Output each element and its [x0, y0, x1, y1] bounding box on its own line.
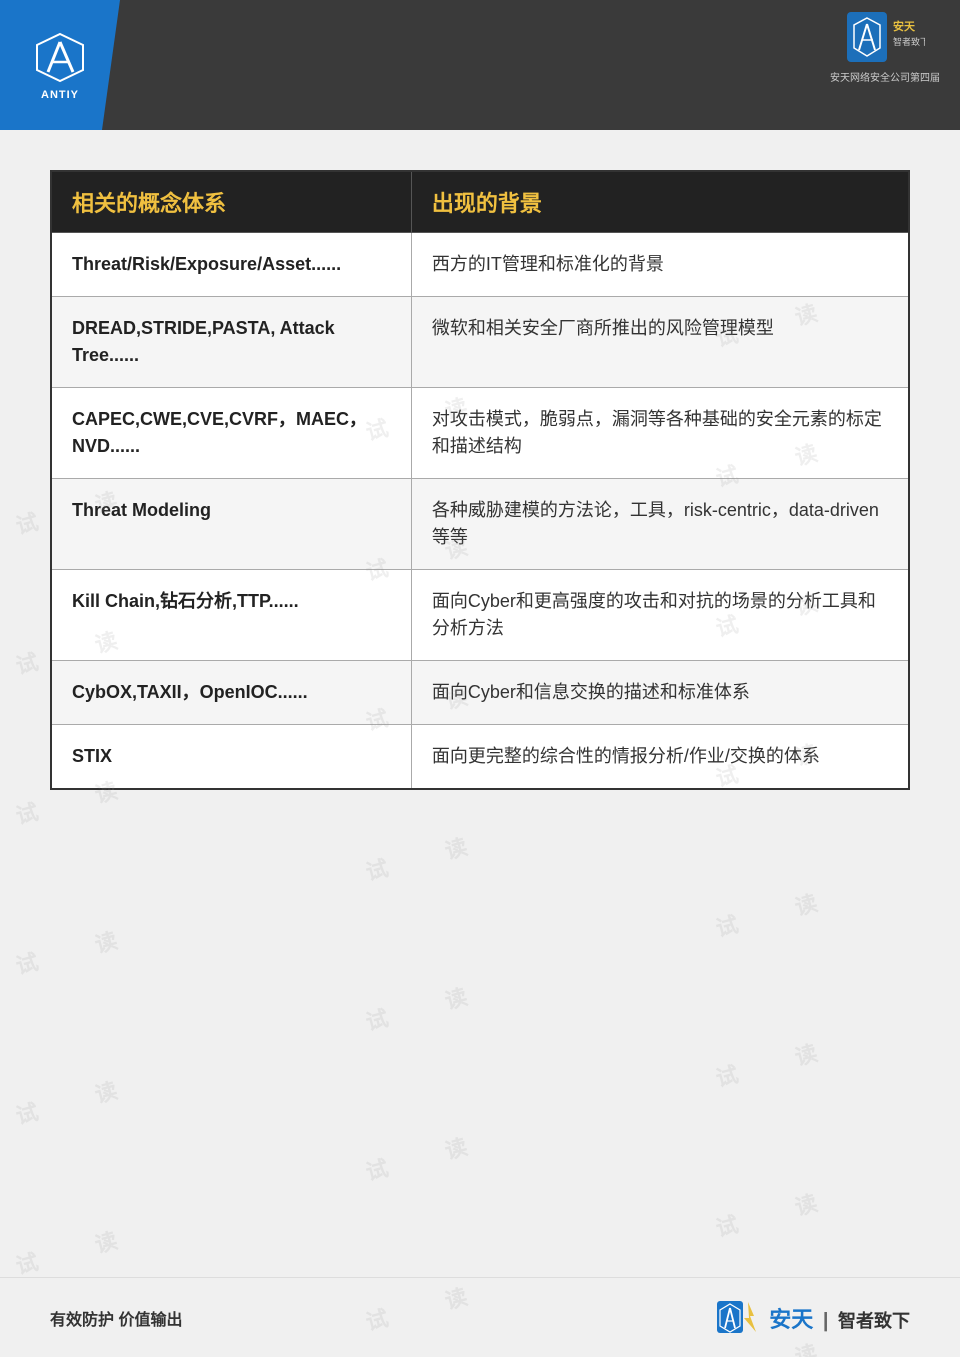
table-cell-col1: CAPEC,CWE,CVE,CVRF，MAEC，NVD......: [51, 388, 411, 479]
table-row: STIX面向更完整的综合性的情报分析/作业/交换的体系: [51, 725, 909, 790]
table-row: CAPEC,CWE,CVE,CVRF，MAEC，NVD......对攻击模式，脆…: [51, 388, 909, 479]
table-row: Threat/Risk/Exposure/Asset......西方的IT管理和…: [51, 233, 909, 297]
col2-header: 出现的背景: [411, 171, 909, 233]
footer-right: 安天 | 智者致下: [716, 1300, 910, 1335]
table-cell-col2: 各种威胁建模的方法论，工具，risk-centric，data-driven等等: [411, 479, 909, 570]
header: ANTIY 试读 试读 试读 试读 试读 试读 试读 安天 智者致下 安天网络安…: [0, 0, 960, 130]
footer-logo-main: 安天 | 智者致下: [769, 1302, 910, 1334]
table-cell-col1: DREAD,STRIDE,PASTA, Attack Tree......: [51, 297, 411, 388]
table-cell-col2: 面向更完整的综合性的情报分析/作业/交换的体系: [411, 725, 909, 790]
table-row: DREAD,STRIDE,PASTA, Attack Tree......微软和…: [51, 297, 909, 388]
table-cell-col2: 面向Cyber和更高强度的攻击和对抗的场景的分析工具和分析方法: [411, 570, 909, 661]
table-cell-col1: Threat Modeling: [51, 479, 411, 570]
svg-text:安天: 安天: [893, 19, 916, 33]
footer-logo: 安天 | 智者致下: [716, 1300, 910, 1335]
footer: 有效防护 价值输出 安天 | 智者致下: [0, 1277, 960, 1357]
table-body: Threat/Risk/Exposure/Asset......西方的IT管理和…: [51, 233, 909, 790]
table-row: Kill Chain,钻石分析,TTP......面向Cyber和更高强度的攻击…: [51, 570, 909, 661]
footer-logo-icon: [716, 1300, 761, 1335]
concept-table: 相关的概念体系 出现的背景 Threat/Risk/Exposure/Asset…: [50, 170, 910, 790]
table-cell-col1: Threat/Risk/Exposure/Asset......: [51, 233, 411, 297]
footer-sub-text: 智者致下: [838, 1311, 910, 1331]
logo-area: ANTIY: [0, 0, 120, 130]
svg-text:智者致下: 智者致下: [893, 36, 925, 47]
footer-pipe: |: [823, 1310, 829, 1332]
table-cell-col2: 面向Cyber和信息交换的描述和标准体系: [411, 661, 909, 725]
table-cell-col2: 对攻击模式，脆弱点，漏洞等各种基础的安全元素的标定和描述结构: [411, 388, 909, 479]
header-brand-subtitle: 安天网络安全公司第四届: [830, 69, 940, 84]
table-row: CybOX,TAXII，OpenIOC......面向Cyber和信息交换的描述…: [51, 661, 909, 725]
table-cell-col2: 西方的IT管理和标准化的背景: [411, 233, 909, 297]
footer-left-text: 有效防护 价值输出: [50, 1306, 182, 1330]
table-row: Threat Modeling各种威胁建模的方法论，工具，risk-centri…: [51, 479, 909, 570]
brand-logo-icon: 安天 智者致下: [845, 10, 925, 65]
logo-text: ANTIY: [41, 89, 79, 101]
footer-antiy-text: 安天: [769, 1307, 813, 1332]
table-cell-col1: STIX: [51, 725, 411, 790]
antiy-logo-icon: [33, 30, 88, 85]
table-cell-col2: 微软和相关安全厂商所推出的风险管理模型: [411, 297, 909, 388]
main-content: 相关的概念体系 出现的背景 Threat/Risk/Exposure/Asset…: [0, 130, 960, 830]
header-brand: 安天 智者致下 安天网络安全公司第四届: [830, 10, 940, 84]
table-cell-col1: CybOX,TAXII，OpenIOC......: [51, 661, 411, 725]
table-header-row: 相关的概念体系 出现的背景: [51, 171, 909, 233]
col1-header: 相关的概念体系: [51, 171, 411, 233]
table-cell-col1: Kill Chain,钻石分析,TTP......: [51, 570, 411, 661]
